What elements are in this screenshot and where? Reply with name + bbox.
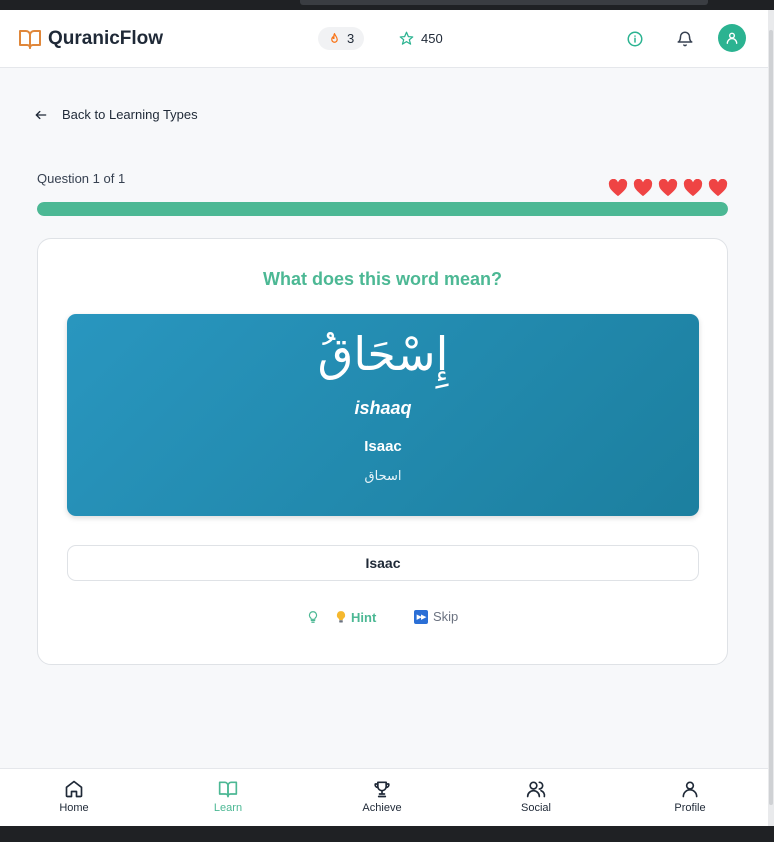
app-title: QuranicFlow: [48, 28, 164, 49]
nav-label-home: Home: [59, 802, 89, 814]
nav-item-learn[interactable]: Learn: [188, 779, 268, 814]
question-prompt: What does this word mean?: [262, 269, 503, 289]
lightbulb-emoji-icon: [336, 611, 346, 623]
heart-icon: [608, 179, 628, 197]
nav-label-learn: Learn: [213, 802, 243, 814]
heart-icon: [633, 179, 653, 197]
bottom-nav: Home Learn Achieve Social Profile: [0, 768, 768, 826]
quiz-actions: Hint ▶▶ Skip: [38, 609, 727, 631]
user-avatar-icon: [726, 32, 738, 44]
transliteration: ishaaq: [354, 398, 412, 418]
skip-label: Skip: [433, 609, 459, 624]
info-icon[interactable]: [626, 30, 644, 48]
answer-option[interactable]: Isaac: [67, 545, 699, 581]
app-logo[interactable]: QuranicFlow: [18, 27, 163, 51]
user-icon: [682, 781, 698, 798]
nav-label-profile: Profile: [674, 802, 706, 814]
back-link-label: Back to Learning Types: [62, 107, 198, 122]
progress-fill: [37, 202, 728, 216]
heart-icon: [683, 179, 703, 197]
users-icon: [526, 781, 546, 798]
home-icon: [65, 780, 83, 798]
arabic-plain: اسحاق: [364, 469, 402, 484]
streak-badge[interactable]: 3: [318, 27, 365, 50]
lives-hearts: [608, 179, 728, 197]
fast-forward-icon: ▶▶: [414, 609, 428, 624]
arabic-word: إِسْحَاقُ: [317, 327, 449, 381]
heart-icon: [708, 179, 728, 197]
word-card: إِسْحَاقُ ishaaq Isaac اسحاق: [67, 314, 699, 516]
points-count: 450: [421, 31, 443, 46]
nav-item-profile[interactable]: Profile: [650, 779, 730, 814]
question-counter: Question 1 of 1: [37, 171, 126, 186]
nav-item-achieve[interactable]: Achieve: [342, 779, 422, 814]
back-link[interactable]: Back to Learning Types: [34, 107, 198, 122]
word-meaning: Isaac: [364, 438, 402, 455]
nav-item-home[interactable]: Home: [34, 779, 114, 814]
progress-bar: [37, 202, 728, 216]
heart-icon: [658, 179, 678, 197]
star-icon: [399, 31, 414, 45]
top-header: QuranicFlow 3 450: [0, 10, 768, 68]
lightbulb-outline-icon: [308, 611, 318, 623]
book-logo-icon: [19, 30, 41, 49]
scrollbar[interactable]: [768, 10, 774, 826]
trophy-icon: [374, 781, 390, 798]
hint-label: Hint: [351, 609, 377, 625]
nav-label-achieve: Achieve: [362, 802, 402, 814]
flame-icon: [331, 32, 338, 43]
arrow-left-icon: [35, 110, 47, 119]
avatar[interactable]: [718, 24, 746, 52]
app-window: QuranicFlow 3 450 Back to Learning Types…: [0, 10, 768, 826]
nav-label-social: Social: [521, 802, 551, 814]
nav-item-social[interactable]: Social: [496, 779, 576, 814]
bell-icon[interactable]: [676, 30, 694, 48]
hint-button[interactable]: Hint: [306, 609, 376, 625]
streak-count: 3: [347, 31, 355, 46]
points-display[interactable]: 450: [399, 27, 443, 50]
question-card: What does this word mean? إِسْحَاقُ isha…: [37, 238, 728, 665]
answer-label: Isaac: [365, 555, 401, 571]
skip-button[interactable]: ▶▶ Skip: [414, 609, 458, 624]
book-icon: [218, 781, 238, 798]
